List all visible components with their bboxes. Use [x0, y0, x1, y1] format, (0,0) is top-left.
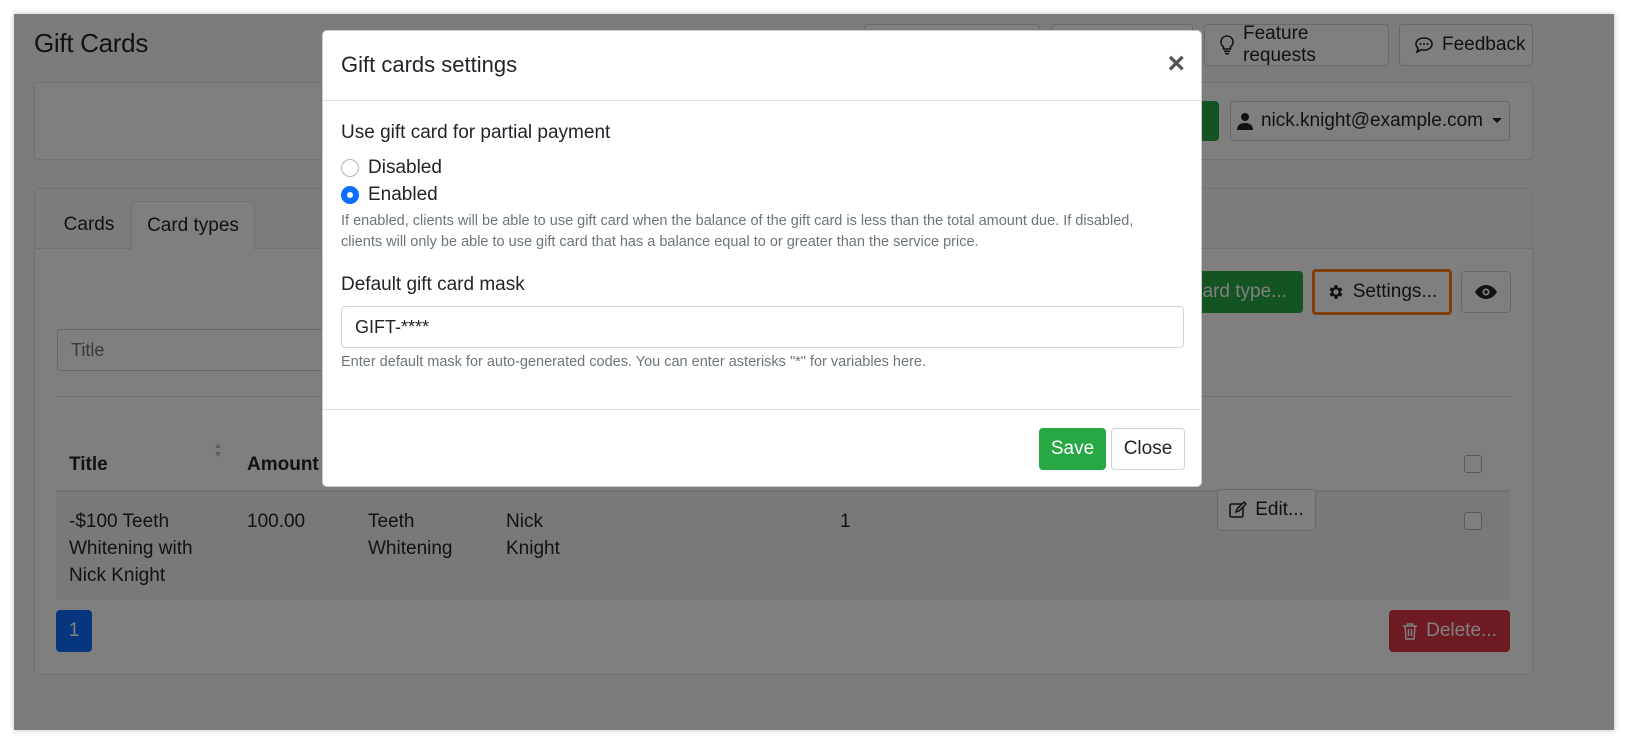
close-button[interactable]: Close [1111, 428, 1185, 470]
radio-disabled[interactable] [341, 159, 359, 177]
partial-payment-help-line-1: If enabled, clients will be able to use … [341, 213, 1134, 229]
radio-enabled-label: Enabled [368, 184, 438, 205]
modal-footer: Save Close [323, 409, 1201, 488]
mask-label: Default gift card mask [341, 274, 525, 295]
close-label: Close [1123, 438, 1173, 459]
radio-disabled-label: Disabled [368, 157, 442, 178]
radio-disabled-row[interactable]: Disabled [341, 157, 442, 179]
save-button[interactable]: Save [1039, 428, 1106, 470]
close-icon[interactable]: × [1167, 49, 1185, 79]
app-window: Gift Cards Feature requests Feedback nic… [14, 14, 1614, 730]
settings-modal: Gift cards settings × Use gift card for … [322, 30, 1202, 487]
save-label: Save [1050, 438, 1095, 459]
radio-enabled[interactable] [341, 186, 359, 204]
partial-payment-help-line-2: clients will only be able to use gift ca… [341, 234, 979, 250]
modal-title: Gift cards settings [341, 52, 518, 77]
partial-payment-help: If enabled, clients will be able to use … [341, 211, 1181, 253]
modal-header: Gift cards settings × [323, 31, 1201, 101]
mask-input[interactable]: GIFT-**** [341, 306, 1184, 348]
partial-payment-label: Use gift card for partial payment [341, 122, 611, 143]
mask-help: Enter default mask for auto-generated co… [341, 354, 926, 370]
radio-enabled-row[interactable]: Enabled [341, 184, 438, 206]
